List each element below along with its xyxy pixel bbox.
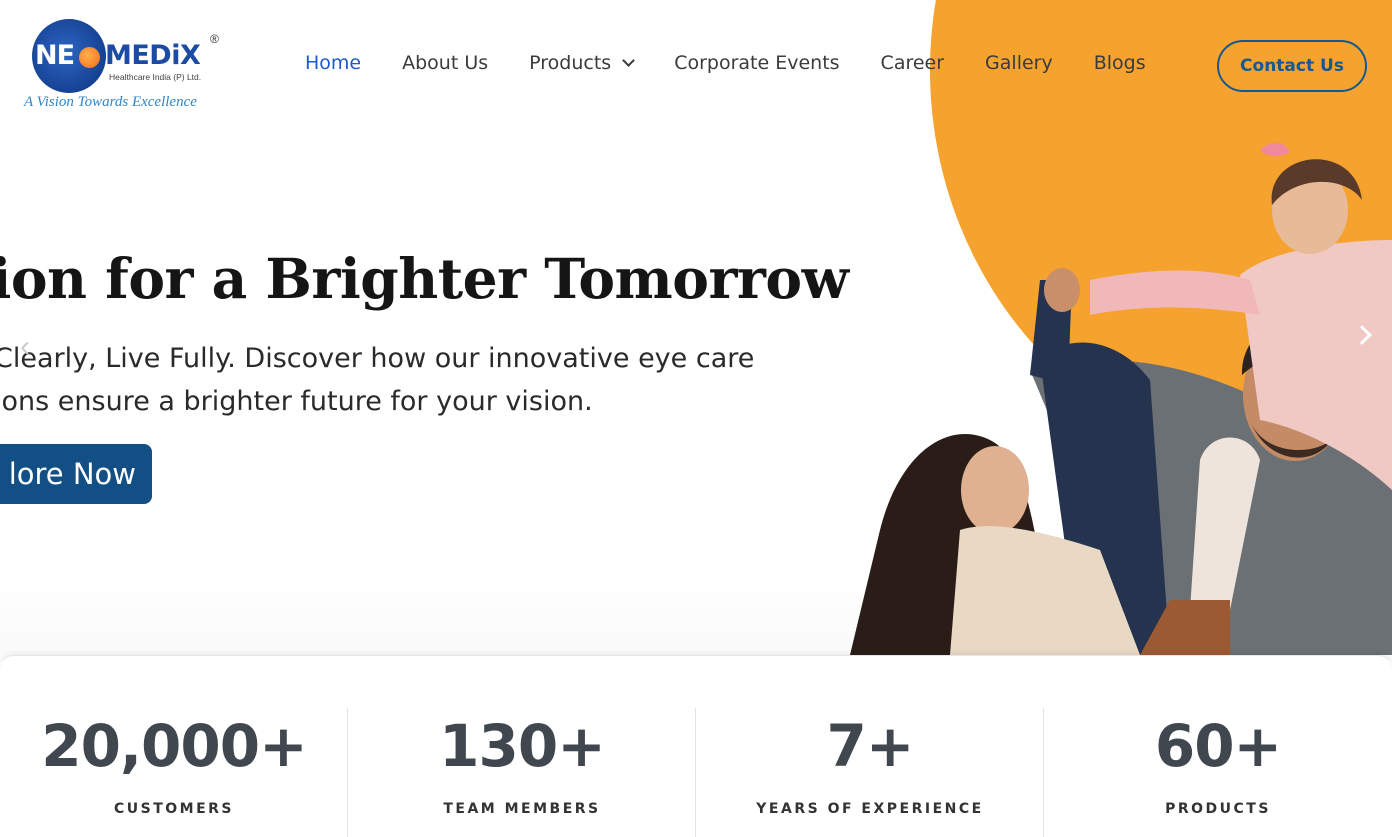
nav-item-products-label: Products — [529, 52, 612, 74]
logo-company-name: Healthcare India (P) Ltd. — [109, 72, 202, 82]
stat-label: CUSTOMERS — [113, 801, 235, 817]
chevron-down-icon — [622, 53, 636, 67]
nav-item-home[interactable]: Home — [305, 52, 361, 74]
nav-item-blogs[interactable]: Blogs — [1094, 52, 1146, 74]
hero-title: sion for a Brighter Tomorrow — [0, 246, 849, 311]
stat-label: PRODUCTS — [1165, 801, 1271, 817]
stat-years-of-experience: 7+ YEARS OF EXPERIENCE — [696, 656, 1044, 837]
hero-family-photo — [850, 142, 1392, 655]
site-header: NE MEDiX ® Healthcare India (P) Ltd. A V… — [0, 0, 1392, 130]
contact-us-button[interactable]: Contact Us — [1217, 40, 1367, 92]
logo-text-ne: NE — [35, 40, 75, 71]
hero-subtitle: Clearly, Live Fully. Discover how our in… — [0, 337, 894, 423]
stat-value: 7+ — [826, 712, 915, 780]
stat-value: 20,000+ — [41, 712, 307, 780]
page: NE MEDiX ® Healthcare India (P) Ltd. A V… — [0, 0, 1392, 837]
logo-text-medix: MEDiX — [105, 40, 201, 71]
nav-item-career[interactable]: Career — [881, 52, 945, 74]
logo-tagline: A Vision Towards Excellence — [24, 94, 197, 110]
explore-now-button[interactable]: lore Now — [0, 444, 152, 504]
hero-subtitle-line-2: ions ensure a brighter future for your v… — [0, 386, 593, 417]
main-nav: Home About Us Products Corporate Events … — [305, 52, 1146, 74]
stats-bar: 20,000+ CUSTOMERS 130+ TEAM MEMBERS 7+ Y… — [0, 655, 1392, 837]
stat-label: YEARS OF EXPERIENCE — [756, 801, 984, 817]
stat-value: 60+ — [1154, 712, 1282, 780]
nav-item-corporate-events[interactable]: Corporate Events — [674, 52, 839, 74]
nav-item-products[interactable]: Products — [529, 52, 636, 74]
hero-subtitle-line-1: Clearly, Live Fully. Discover how our in… — [0, 343, 755, 374]
stat-label: TEAM MEMBERS — [443, 801, 601, 817]
stat-team-members: 130+ TEAM MEMBERS — [348, 656, 696, 837]
stat-products: 60+ PRODUCTS — [1044, 656, 1392, 837]
stat-customers: 20,000+ CUSTOMERS — [0, 656, 348, 837]
logo[interactable]: NE MEDiX ® Healthcare India (P) Ltd. A V… — [22, 16, 232, 116]
registered-mark: ® — [210, 32, 219, 46]
logo-orange-dot-icon — [79, 47, 100, 68]
stat-value: 130+ — [439, 712, 606, 780]
nav-item-about-us[interactable]: About Us — [402, 52, 488, 74]
chevron-left-icon[interactable]: ‹ — [20, 330, 30, 364]
nav-item-gallery[interactable]: Gallery — [985, 52, 1053, 74]
